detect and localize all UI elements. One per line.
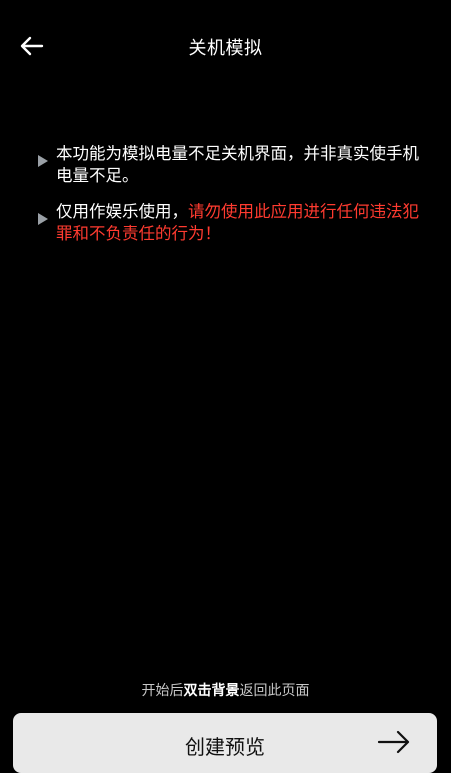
create-preview-button[interactable]: 创建预览 bbox=[13, 713, 437, 773]
list-item: 本功能为模拟电量不足关机界面，并非真实使手机电量不足。 bbox=[38, 143, 421, 187]
triangle-bullet-icon bbox=[38, 155, 48, 167]
header-bar: 关机模拟 bbox=[0, 0, 451, 92]
notes-list: 本功能为模拟电量不足关机界面，并非真实使手机电量不足。 仅用作娱乐使用，请勿使用… bbox=[38, 143, 421, 259]
list-item: 仅用作娱乐使用，请勿使用此应用进行任何违法犯罪和不负责任的行为！ bbox=[38, 201, 421, 245]
hint-prefix: 开始后 bbox=[141, 683, 184, 699]
note-text: 仅用作娱乐使用， bbox=[56, 202, 188, 221]
hint-suffix: 返回此页面 bbox=[239, 683, 310, 699]
return-hint: 开始后双击背景返回此页面 bbox=[0, 680, 451, 700]
hint-emphasis: 双击背景 bbox=[183, 683, 240, 699]
note-text: 本功能为模拟电量不足关机界面，并非真实使手机电量不足。 bbox=[56, 144, 419, 185]
triangle-bullet-icon bbox=[38, 213, 48, 225]
page-title: 关机模拟 bbox=[188, 38, 263, 59]
create-preview-label: 创建预览 bbox=[185, 735, 265, 759]
arrow-right-icon bbox=[377, 730, 410, 754]
